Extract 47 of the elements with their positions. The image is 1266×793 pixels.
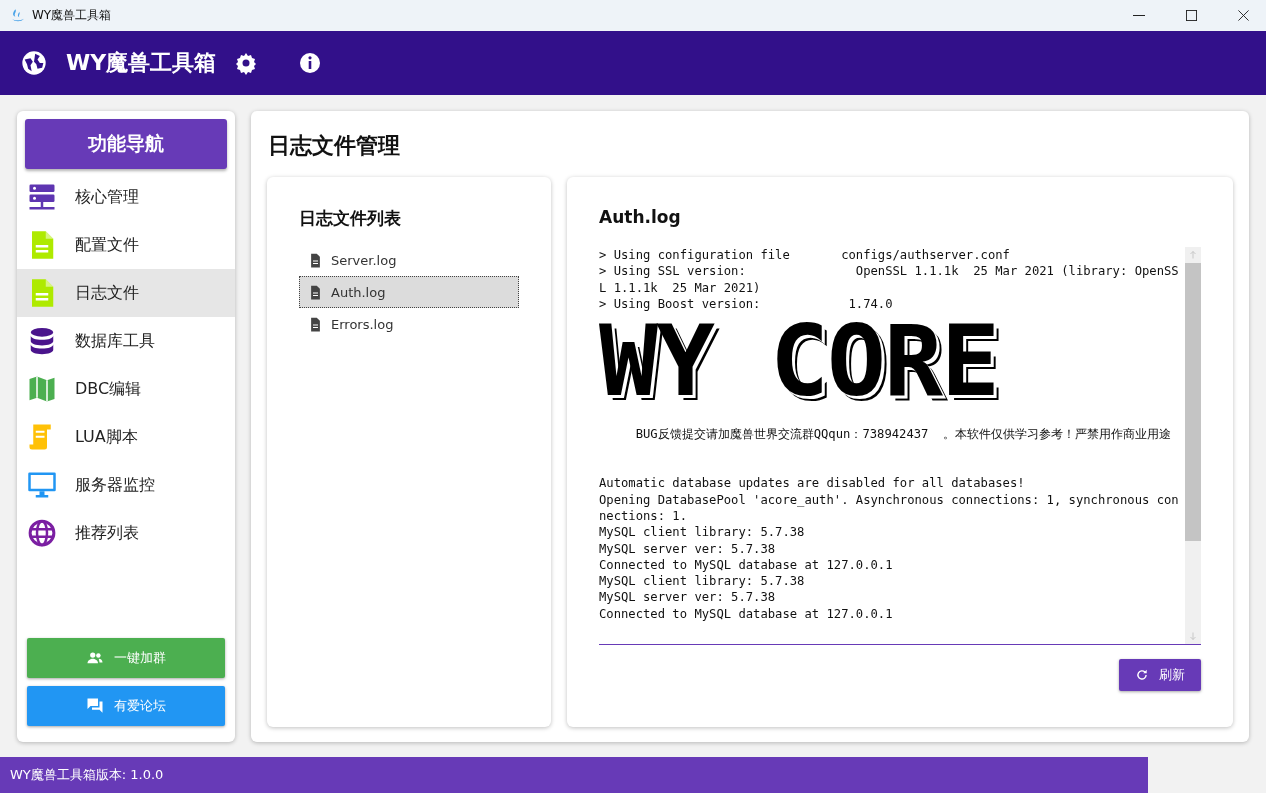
nav-item[interactable]: 日志文件 xyxy=(17,269,235,317)
nav-item[interactable]: 服务器监控 xyxy=(17,461,235,509)
nav-heading: 功能导航 xyxy=(25,119,227,169)
app-title: WY魔兽工具箱 xyxy=(66,49,217,77)
scroll-down-icon[interactable] xyxy=(1187,630,1199,642)
nav-item[interactable]: 推荐列表 xyxy=(17,509,235,557)
info-icon[interactable] xyxy=(298,51,323,75)
nav-item[interactable]: LUA脚本 xyxy=(17,413,235,461)
log-line: MySQL client library: 5.7.38 xyxy=(599,524,806,541)
nav-item[interactable]: DBC编辑 xyxy=(17,365,235,413)
file-icon xyxy=(308,316,323,332)
settings-icon[interactable] xyxy=(234,51,259,75)
nav-item[interactable]: 数据库工具 xyxy=(17,317,235,365)
log-line: MySQL server ver: 5.7.38 xyxy=(599,540,777,557)
minimize-icon xyxy=(1133,15,1145,16)
banner-title: WY CORE xyxy=(599,312,998,411)
log-line: > Using SSL version: OpenSSL 1.1.1k 25 Mar 2021 (library: OpenSSL 1.1.1k 25 Mar 2021) xyxy=(599,263,1180,296)
close-icon xyxy=(1237,10,1249,21)
log-line: Opening DatabasePool 'acore_auth'. Asynchronous connections: 1, synchronous connections: 1. xyxy=(599,491,1180,525)
log-title: Auth.log xyxy=(599,207,682,227)
log-line: Automatic database updates are disabled for all databases! xyxy=(599,475,1026,492)
log-line: > Using Boost version: 1.74.0 xyxy=(599,295,894,313)
log-line: MySQL server ver: 5.7.38 xyxy=(599,589,777,606)
file-icon xyxy=(308,252,323,268)
page-title: 日志文件管理 xyxy=(268,132,401,160)
file-item[interactable]: Errors.log xyxy=(299,308,519,340)
window-title: WY魔兽工具箱 xyxy=(32,7,112,24)
scroll-thumb[interactable] xyxy=(1185,263,1201,541)
globe-icon[interactable] xyxy=(20,49,48,77)
nav-item[interactable]: 核心管理 xyxy=(17,173,235,221)
log-line: MySQL client library: 5.7.38 xyxy=(599,573,806,590)
file-icon xyxy=(308,284,323,300)
log-line: Connected to MySQL database at 127.0.0.1 xyxy=(599,556,894,574)
app-flame-icon xyxy=(10,7,26,24)
refresh-button[interactable]: 刷新 xyxy=(1119,659,1201,691)
file-item[interactable]: Auth.log xyxy=(299,276,519,308)
refresh-icon xyxy=(1135,668,1149,682)
maximize-icon xyxy=(1185,10,1197,21)
file-list-heading: 日志文件列表 xyxy=(299,207,402,230)
log-line: Connected to MySQL database at 127.0.0.1 xyxy=(599,605,894,623)
log-line: BUG反馈提交请加魔兽世界交流群QQqun：738942437 。本软件仅供学习参考！严禁用作商业用途 xyxy=(634,426,1173,443)
status-bar: WY魔兽工具箱版本: 1.0.0 xyxy=(0,757,1148,793)
file-item[interactable]: Server.log xyxy=(299,244,519,276)
scroll-up-icon[interactable] xyxy=(1187,249,1199,261)
nav-item[interactable]: 配置文件 xyxy=(17,221,235,269)
log-line: > Using configuration file configs/authserver.conf xyxy=(599,247,1011,264)
chat-icon xyxy=(86,697,104,715)
